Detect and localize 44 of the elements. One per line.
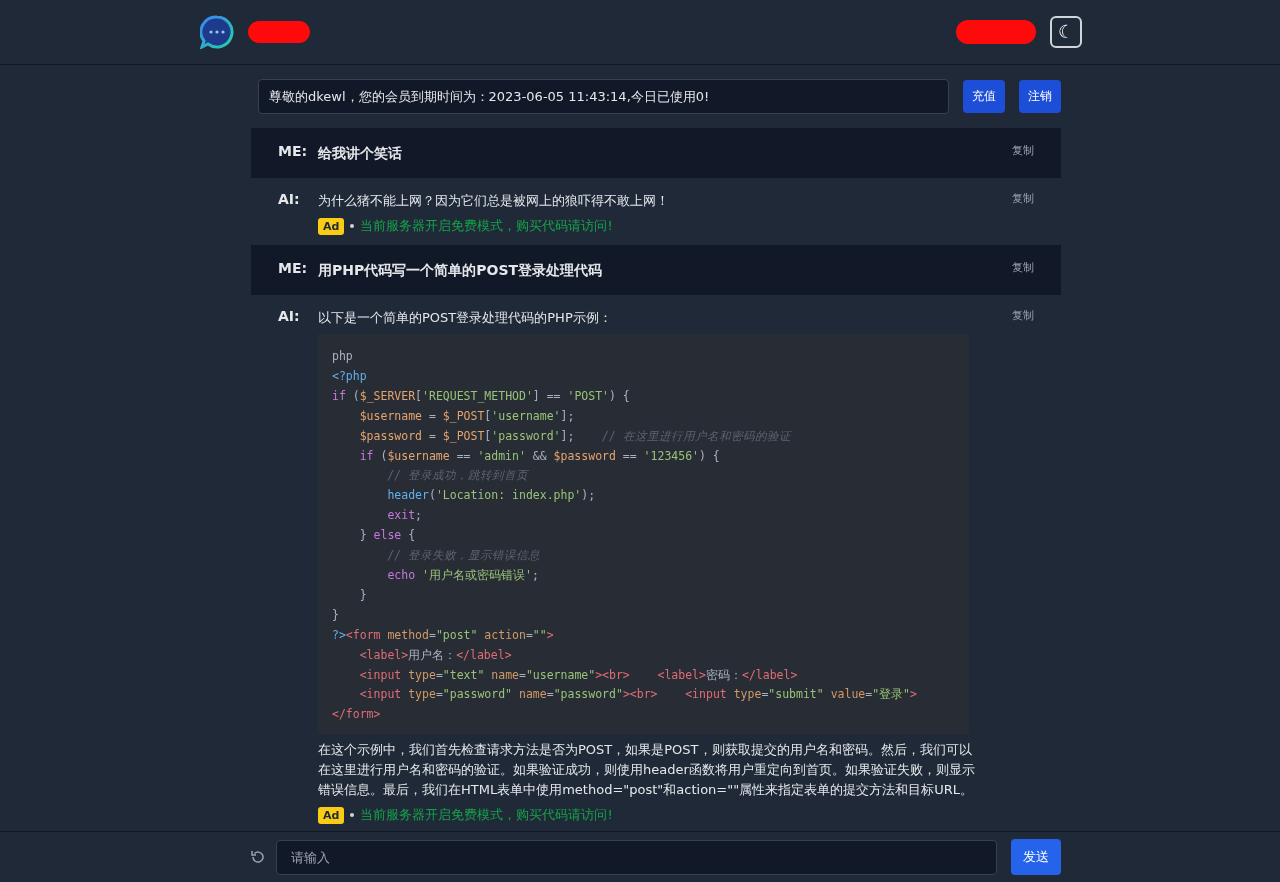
code-line: <input type="password" name="password"><br> <input type="submit" value="登录"> <box>358 686 918 704</box>
action-button[interactable]: 注销 <box>1019 80 1061 113</box>
code-line: if ($username == 'admin' && $password == '123456') { <box>358 447 721 465</box>
message-text: 给我讲个笑话 <box>318 144 403 163</box>
send-button[interactable]: 发送 <box>1011 839 1061 875</box>
ad-badge: Ad <box>318 217 345 235</box>
message-text: 以下是一个简单的POST登录处理代码的PHP示例： <box>318 309 613 327</box>
code-line: } <box>358 586 368 604</box>
bullet-icon <box>350 813 355 818</box>
code-line: <label>用户名：</label> <box>358 646 513 664</box>
code-line: } else { <box>358 527 417 545</box>
copy-link[interactable]: 复制 <box>1004 143 1034 163</box>
copy-link[interactable]: 复制 <box>1004 191 1034 235</box>
code-line: ?><form method="post" action=""> <box>332 626 555 644</box>
sender-label: ME: <box>278 143 309 161</box>
code-line: <input type="text" name="username"><br> <label>密码：</label> <box>358 666 799 684</box>
code-line: $username = $_POST['username']; <box>358 407 576 425</box>
message-text: 在这个示例中，我们首先检查请求方法是否为POST，如果是POST，则获取提交的用户名和密码。然后，我们可以在这里进行用户名和密码的验证。如果验证成功，则使用header函数将用户重定向到首页。如果验证失败，则显示错误信息。最后，我们在HTML表单中使用method="post"和action=""属性来指定表单的提交方法和目标URL。 <box>318 741 976 800</box>
message-text: 用PHP代码写一个简单的POST登录处理代码 <box>318 261 604 280</box>
message-text: 为什么猪不能上网？因为它们总是被网上的狼吓得不敢上网！ <box>318 192 670 210</box>
theme-toggle-button[interactable]: ☾ <box>1050 16 1082 48</box>
chat-bubble-logo-icon <box>200 15 234 49</box>
sender-label: ME: <box>278 260 309 278</box>
code-line: </form> <box>332 706 382 724</box>
code-line: exit; <box>386 507 424 525</box>
code-line: php <box>332 348 354 365</box>
ad-text: 当前服务器开启免费模式，购买代码请访问! <box>360 806 613 825</box>
code-line: <?php <box>332 367 368 385</box>
code-line: if ($_SERVER['REQUEST_METHOD'] == 'POST') { <box>332 387 631 405</box>
code-line: } <box>332 606 340 624</box>
sender-label: AI: <box>278 191 301 209</box>
refresh-icon[interactable] <box>250 849 266 865</box>
code-line: header('Location: index.php'); <box>386 487 597 505</box>
copy-link[interactable]: 复制 <box>1004 260 1034 280</box>
bullet-icon <box>350 224 355 228</box>
code-line: echo '用户名或密码错误'; <box>386 566 540 584</box>
ad-badge: Ad <box>318 806 345 824</box>
ad-text: 当前服务器开启免费模式，购买代码请访问! <box>360 217 613 235</box>
sender-label: AI: <box>278 308 301 326</box>
action-button[interactable]: 充值 <box>963 80 1005 113</box>
membership-notice-field[interactable]: 尊敬的dkewl，您的会员到期时间为：2023-06-05 11:43:14,今日已使用0! <box>258 79 949 114</box>
copy-link[interactable]: 复制 <box>1004 308 1034 825</box>
message-input[interactable]: 请输入 <box>276 839 997 875</box>
redaction-mark <box>248 21 310 43</box>
